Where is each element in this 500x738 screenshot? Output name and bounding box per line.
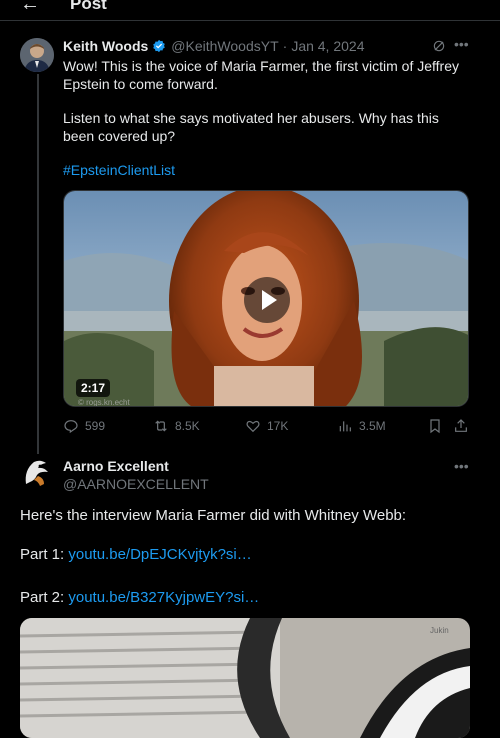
hashtag-link[interactable]: #EpsteinClientList [63,162,175,178]
arrow-left-icon[interactable]: ← [20,0,40,14]
page-title: Post [70,0,107,13]
eagle-logo-icon [20,456,54,490]
heart-icon [246,420,260,433]
part2-label: Part 2: [20,589,65,606]
post-header: Keith Woods @KeithWoodsYT · Jan 4, 2024 [63,38,364,54]
repost-icon [155,420,167,432]
post-text-line: been covered up? [63,128,176,144]
verified-badge-icon [153,39,166,53]
reply-avatar[interactable] [20,456,54,490]
reply-part1: Part 1: youtu.be/DpEJCKvjtyk?si… [20,546,252,563]
like-button[interactable]: 17K [245,418,288,434]
repost-button[interactable]: 8.5K [153,418,200,434]
more-options-icon[interactable]: ••• [454,36,469,52]
reply-author-handle[interactable]: @AARNOEXCELLENT [63,476,209,492]
avatar-image [20,38,54,72]
reply-media-watermark: Jukin [430,626,449,635]
reply-button[interactable]: 599 [63,418,105,434]
views-button[interactable]: 3.5M [337,418,386,434]
bookmark-icon [430,419,440,434]
reply-author-name[interactable]: Aarno Excellent [63,458,169,474]
post-text-line: Listen to what she says motivated her ab… [63,110,439,126]
separator-dot: · [282,38,288,54]
part2-link[interactable]: youtu.be/B327KyjpwEY?si… [68,589,259,606]
video-duration: 2:17 [76,379,111,397]
post-text-line: Wow! This is the voice of Maria Farmer, … [63,58,460,74]
share-icon [455,419,467,432]
reply-part2: Part 2: youtu.be/B327KyjpwEY?si… [20,589,259,606]
part1-label: Part 1: [20,546,65,563]
author-handle[interactable]: @KeithWoodsYT [171,38,278,54]
share-button[interactable] [453,418,469,434]
views-count: 3.5M [359,419,386,433]
post-text-line: Epstein to come forward. [63,76,218,92]
video-player[interactable]: 2:17 © rogs.kn.echt [63,190,469,407]
like-count: 17K [267,419,289,433]
reply-media-image [20,618,470,738]
avatar[interactable] [20,38,54,72]
bookmark-button[interactable] [427,418,443,434]
repost-count: 8.5K [175,419,200,433]
reply-media[interactable]: Jukin [20,618,470,738]
post-date[interactable]: Jan 4, 2024 [291,38,364,54]
reply-more-options-icon[interactable]: ••• [454,458,469,474]
play-icon [262,290,277,310]
part1-link[interactable]: youtu.be/DpEJCKvjtyk?si… [68,546,251,563]
video-watermark: © rogs.kn.echt [78,398,130,407]
views-chart-icon [339,421,351,432]
reply-count: 599 [85,419,106,433]
post-actions: 599 8.5K 17K 3.5M [63,418,473,438]
play-button[interactable] [244,277,290,323]
top-bar: ← Post [0,0,500,14]
grok-icon[interactable] [432,39,446,53]
author-name[interactable]: Keith Woods [63,38,148,54]
reply-text: Here's the interview Maria Farmer did wi… [20,507,407,524]
reply-icon [64,420,78,434]
thread-line [37,74,39,454]
header-divider [0,20,500,21]
